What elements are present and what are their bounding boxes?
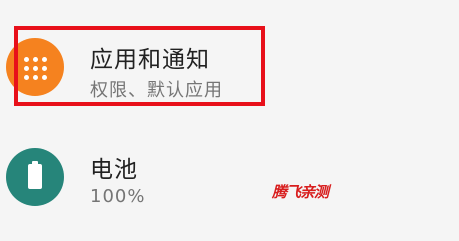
- settings-item-title: 电池: [90, 157, 138, 183]
- annotation-highlight-box: [14, 26, 265, 106]
- settings-item-battery[interactable]: 电池 100%: [0, 130, 459, 230]
- battery-icon-circle: [6, 148, 64, 206]
- watermark-text: 腾飞亲测: [272, 183, 329, 201]
- settings-screen: 应用和通知 权限、默认应用 电池 100% 腾飞亲测: [0, 0, 459, 241]
- battery-icon: [28, 161, 42, 189]
- settings-item-subtitle: 100%: [90, 186, 146, 207]
